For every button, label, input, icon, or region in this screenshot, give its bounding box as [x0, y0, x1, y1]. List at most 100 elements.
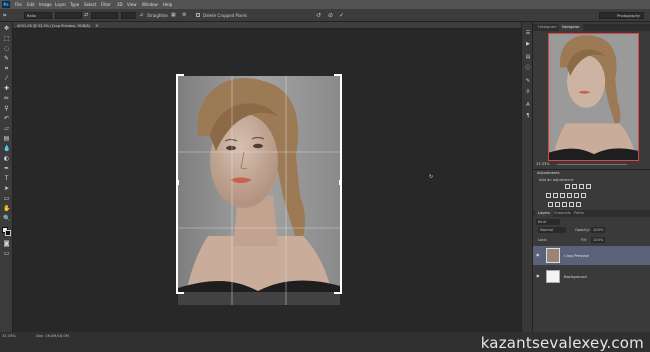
- layer-name: Crop Preview: [564, 253, 589, 258]
- workspace-select[interactable]: Photography: [599, 12, 644, 19]
- info-panel-icon[interactable]: ⓘ: [525, 65, 531, 71]
- menu-type[interactable]: Type: [70, 0, 79, 9]
- fill-input[interactable]: 100%: [591, 237, 605, 243]
- status-bar: 33.33% 4001-F8 @ 33.3% (Crop Preview, RG…: [0, 332, 650, 352]
- pen-tool-icon[interactable]: ✒: [3, 165, 10, 172]
- vibrance-adjust-icon[interactable]: [546, 193, 551, 198]
- tab-paths[interactable]: Paths: [571, 210, 587, 217]
- selective-color-adjust-icon[interactable]: [576, 202, 581, 207]
- straighten-icon[interactable]: ⊿: [139, 9, 143, 22]
- reset-icon[interactable]: ↺: [316, 9, 321, 22]
- lock-label: Lock:: [538, 238, 548, 242]
- crop-preview-image[interactable]: [178, 76, 340, 305]
- swap-icon[interactable]: ⇄: [84, 9, 88, 22]
- lasso-tool-icon[interactable]: ◌: [3, 45, 10, 52]
- clone-stamp-icon[interactable]: ⚲: [3, 105, 10, 112]
- width-input[interactable]: [55, 12, 82, 19]
- menu-3d[interactable]: 3D: [117, 0, 123, 9]
- portrait-photo: [178, 76, 340, 305]
- settings-gear-icon[interactable]: ⚙: [182, 9, 186, 22]
- ratio-select[interactable]: Ratio: [24, 12, 52, 19]
- screen-mode-icon[interactable]: ▭: [3, 250, 10, 257]
- brush-tool-icon[interactable]: ✏: [3, 95, 10, 102]
- opacity-input[interactable]: 100%: [591, 227, 605, 233]
- clone-source-icon[interactable]: ⚲: [525, 89, 531, 95]
- eyedropper-tool-icon[interactable]: ⁄: [3, 75, 10, 82]
- rotate-cursor-icon: ↻: [429, 174, 434, 180]
- menu-filter[interactable]: Filter: [101, 0, 111, 9]
- gradient-tool-icon[interactable]: ▤: [3, 135, 10, 142]
- background-color-swatch[interactable]: [5, 230, 11, 236]
- levels-adjust-icon[interactable]: [572, 184, 577, 189]
- marquee-tool-icon[interactable]: ⬚: [3, 35, 10, 42]
- quick-select-tool-icon[interactable]: ✎: [3, 55, 10, 62]
- menu-help[interactable]: Help: [163, 0, 172, 9]
- dodge-tool-icon[interactable]: ◐: [3, 155, 10, 162]
- tab-histogram[interactable]: Histogram: [535, 24, 560, 31]
- menu-edit[interactable]: Edit: [27, 0, 35, 9]
- navigator-zoom-slider[interactable]: [557, 164, 627, 165]
- channel-mixer-adjust-icon[interactable]: [581, 193, 586, 198]
- crop-handle-mid-right[interactable]: [339, 180, 342, 185]
- eye-visibility-icon[interactable]: ◉: [536, 274, 541, 278]
- history-panel-icon[interactable]: ☰: [525, 30, 531, 36]
- curves-adjust-icon[interactable]: [579, 184, 584, 189]
- layer-row-crop-preview[interactable]: ◉ Crop Preview: [533, 246, 650, 265]
- brightness-adjust-icon[interactable]: [565, 184, 570, 189]
- menu-image[interactable]: Image: [39, 0, 52, 9]
- clear-button[interactable]: [121, 12, 136, 19]
- posterize-adjust-icon[interactable]: [555, 202, 560, 207]
- status-zoom[interactable]: 33.33%: [2, 334, 16, 338]
- color-balance-adjust-icon[interactable]: [560, 193, 565, 198]
- hue-sat-adjust-icon[interactable]: [553, 193, 558, 198]
- document-tab[interactable]: 4001-F8 @ 33.3% (Crop Preview, RGB/8) ×: [13, 22, 521, 29]
- gradient-map-adjust-icon[interactable]: [569, 202, 574, 207]
- tab-navigator[interactable]: Navigator: [559, 24, 583, 31]
- move-tool-icon[interactable]: ✥: [3, 25, 10, 32]
- eraser-tool-icon[interactable]: ▱: [3, 125, 10, 132]
- zoom-tool-icon[interactable]: 🔍: [3, 215, 10, 222]
- crop-handle-bottom-right[interactable]: [334, 292, 342, 294]
- layer-row-background[interactable]: ◉ Background: [533, 267, 650, 286]
- fill-label: Fill:: [581, 238, 588, 242]
- menu-view[interactable]: View: [127, 0, 137, 9]
- exposure-adjust-icon[interactable]: [586, 184, 591, 189]
- crop-tool-icon[interactable]: ⌗: [3, 65, 10, 72]
- shape-tool-icon[interactable]: ▭: [3, 195, 10, 202]
- photo-filter-adjust-icon[interactable]: [574, 193, 579, 198]
- height-input[interactable]: [91, 12, 118, 19]
- overlay-grid-icon[interactable]: ▦: [171, 9, 176, 22]
- invert-adjust-icon[interactable]: [548, 202, 553, 207]
- paragraph-panel-icon[interactable]: ¶: [525, 113, 531, 119]
- navigator-thumbnail[interactable]: [548, 33, 639, 161]
- cancel-crop-icon[interactable]: ⊘: [328, 9, 333, 22]
- menu-layer[interactable]: Layer: [55, 0, 66, 9]
- menu-window[interactable]: Window: [142, 0, 158, 9]
- history-brush-icon[interactable]: ↶: [3, 115, 10, 122]
- blend-mode-select[interactable]: Normal: [538, 227, 566, 233]
- menu-select[interactable]: Select: [84, 0, 96, 9]
- type-tool-icon[interactable]: T: [3, 175, 10, 182]
- right-panels: Histogram Navigator 33.33% Adjustments A…: [533, 22, 650, 332]
- commit-crop-icon[interactable]: ✓: [339, 9, 344, 22]
- actions-panel-icon[interactable]: ▶: [525, 41, 531, 47]
- close-tab-icon[interactable]: ×: [95, 23, 98, 28]
- path-select-icon[interactable]: ➤: [3, 185, 10, 192]
- layer-filter-kind[interactable]: Kind: [536, 219, 560, 225]
- toolbox: ✥ ⬚ ◌ ✎ ⌗ ⁄ ✚ ✏ ⚲ ↶ ▱ ▤ 💧 ◐ ✒ T ➤ ▭ ✋ 🔍 …: [0, 22, 13, 332]
- menu-file[interactable]: File: [15, 0, 22, 9]
- blur-tool-icon[interactable]: 💧: [3, 145, 10, 152]
- delete-cropped-checkbox[interactable]: ✓: [196, 13, 200, 17]
- hand-tool-icon[interactable]: ✋: [3, 205, 10, 212]
- bw-adjust-icon[interactable]: [567, 193, 572, 198]
- brush-panel-icon[interactable]: ✎: [525, 78, 531, 84]
- threshold-adjust-icon[interactable]: [562, 202, 567, 207]
- quick-mask-icon[interactable]: ◙: [3, 240, 10, 247]
- crop-handle-bottom-left[interactable]: [176, 292, 184, 294]
- healing-brush-icon[interactable]: ✚: [3, 85, 10, 92]
- crop-tool-icon[interactable]: ⌗: [3, 9, 6, 22]
- crop-handle-mid-left[interactable]: [176, 180, 179, 185]
- character-panel-icon[interactable]: A: [525, 102, 531, 108]
- properties-panel-icon[interactable]: ▤: [525, 54, 531, 60]
- eye-visibility-icon[interactable]: ◉: [536, 253, 541, 257]
